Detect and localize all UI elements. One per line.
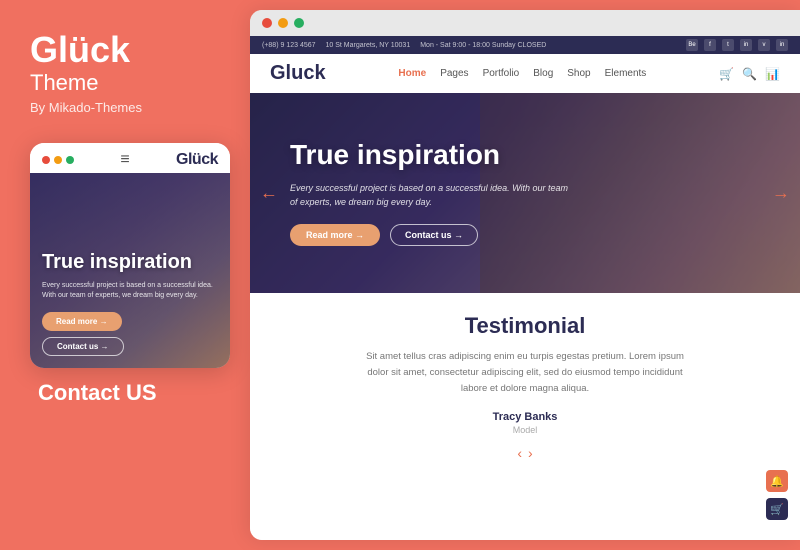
bottom-icon-cart[interactable]: 🛒 [766,498,788,520]
browser-dot-red[interactable] [262,18,272,28]
testimonial-arrows: ‹ › [517,445,532,461]
desktop-hero-title: True inspiration [290,140,570,171]
desktop-bottom-icons: 🔔 🛒 [766,470,788,520]
hero-arrow-right[interactable]: → [772,183,790,204]
mobile-read-more-button[interactable]: Read more → [42,312,122,331]
bars-icon[interactable]: 📊 [765,67,780,81]
browser-chrome [250,10,800,36]
desktop-nav-links: Home Pages Portfolio Blog Shop Elements [398,68,646,79]
social-icon-linkedin[interactable]: in [776,39,788,51]
social-icon-instagram[interactable]: in [740,39,752,51]
testimonial-title: Testimonial [465,313,586,339]
social-icon-facebook[interactable]: f [704,39,716,51]
social-icon-vimeo[interactable]: v [758,39,770,51]
mobile-hero-text: Every successful project is based on a s… [42,281,218,302]
desktop-site: (+88) 9 123 4567 10 St Margarets, NY 100… [250,36,800,540]
brand-title: Glück [30,30,130,70]
right-panel: (+88) 9 123 4567 10 St Margarets, NY 100… [250,10,800,540]
hero-contact-button[interactable]: Contact us → [390,224,478,246]
brand-by: By Mikado-Themes [30,100,142,115]
bottom-icon-notification[interactable]: 🔔 [766,470,788,492]
hero-arrow-left[interactable]: ← [260,183,278,204]
address-info: 10 St Margarets, NY 10031 [326,42,411,49]
desktop-hero-text: Every successful project is based on a s… [290,181,570,210]
desktop-testimonial: Testimonial Sit amet tellus cras adipisc… [250,293,800,540]
mobile-mockup: ≡ Glück True inspiration Every successfu… [30,143,230,368]
testimonial-arrow-right[interactable]: › [528,445,533,461]
browser-dot-green[interactable] [294,18,304,28]
info-bar-right: Be f t in v in [686,39,788,51]
browser-dot-yellow[interactable] [278,18,288,28]
mobile-dot-yellow [54,156,62,164]
nav-link-home[interactable]: Home [398,68,426,79]
nav-link-elements[interactable]: Elements [605,68,647,79]
desktop-nav: Gluck Home Pages Portfolio Blog Shop Ele… [250,54,800,93]
testimonial-author: Tracy Banks [493,411,558,423]
left-panel: Glück Theme By Mikado-Themes ≡ Glück Tru… [0,0,250,550]
desktop-logo: Gluck [270,62,326,85]
nav-icons: 🛒 🔍 📊 [719,67,780,81]
mobile-top-bar: ≡ Glück [30,143,230,173]
info-bar-left: (+88) 9 123 4567 10 St Margarets, NY 100… [262,42,546,49]
testimonial-text: Sit amet tellus cras adipiscing enim eu … [365,349,685,397]
search-icon[interactable]: 🔍 [742,67,757,81]
nav-link-pages[interactable]: Pages [440,68,468,79]
cart-icon[interactable]: 🛒 [719,67,734,81]
brand-subtitle: Theme [30,70,98,96]
mobile-dot-green [66,156,74,164]
hours-info: Mon - Sat 9:00 - 18:00 Sunday CLOSED [420,42,546,49]
mobile-menu-icon[interactable]: ≡ [120,151,129,169]
nav-link-shop[interactable]: Shop [567,68,590,79]
social-icon-twitter[interactable]: t [722,39,734,51]
mobile-hero: True inspiration Every successful projec… [30,173,230,368]
desktop-info-bar: (+88) 9 123 4567 10 St Margarets, NY 100… [250,36,800,54]
mobile-dot-red [42,156,50,164]
social-icon-be[interactable]: Be [686,39,698,51]
mobile-window-controls [42,156,74,164]
desktop-hero-content: True inspiration Every successful projec… [290,140,570,246]
mobile-contact-button[interactable]: Contact us → [42,337,124,356]
nav-link-blog[interactable]: Blog [533,68,553,79]
desktop-hero: ← → True inspiration Every successful pr… [250,93,800,293]
testimonial-role: Model [513,425,538,435]
testimonial-arrow-left[interactable]: ‹ [517,445,522,461]
nav-link-portfolio[interactable]: Portfolio [483,68,520,79]
phone-info: (+88) 9 123 4567 [262,42,316,49]
mobile-hero-title: True inspiration [42,251,218,273]
hero-read-more-button[interactable]: Read more → [290,224,380,246]
mobile-logo: Glück [176,151,218,169]
desktop-hero-buttons: Read more → Contact us → [290,224,570,246]
contact-us-label: Contact US [38,380,157,406]
